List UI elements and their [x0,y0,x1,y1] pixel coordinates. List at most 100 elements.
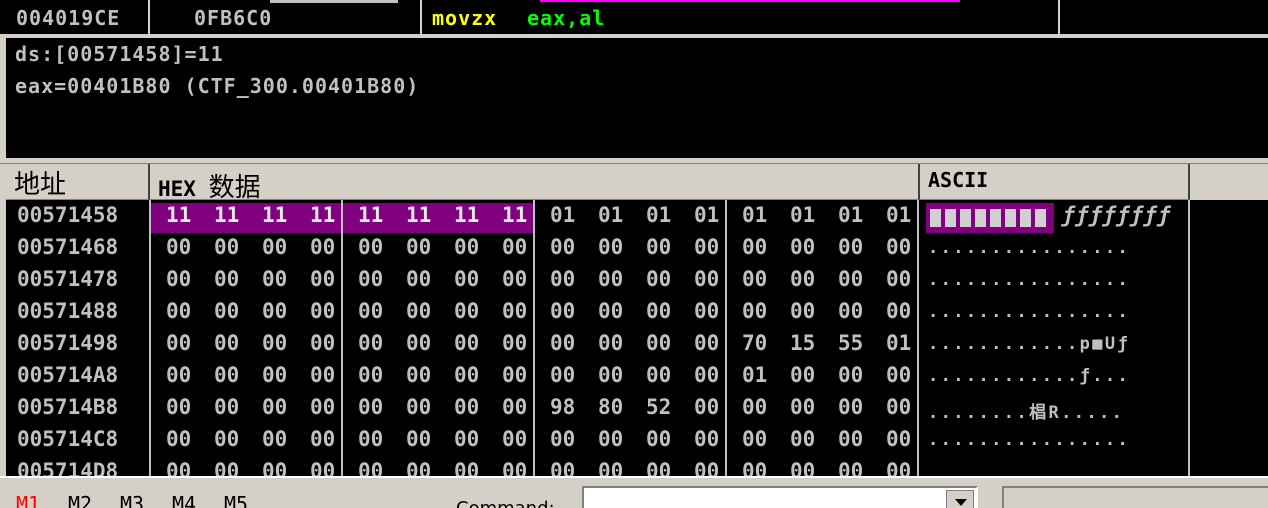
hex-byte[interactable]: 11 [310,203,350,227]
column-header-hex[interactable]: HEX 数据 [150,164,920,203]
marker-button-5[interactable]: M5 [224,492,248,508]
hex-byte[interactable]: 00 [886,235,926,259]
hex-byte[interactable]: 52 [646,395,686,419]
hex-byte[interactable]: 00 [502,459,542,476]
hex-byte[interactable]: 01 [838,203,878,227]
hex-byte[interactable]: 00 [550,363,590,387]
hex-byte[interactable]: 00 [790,395,830,419]
hex-byte[interactable]: 00 [838,235,878,259]
ascii-text[interactable]: ƒƒƒƒƒƒƒƒ [1062,203,1171,227]
disasm-address[interactable]: 004019CE [16,6,120,30]
hex-byte[interactable]: 01 [886,203,926,227]
hex-byte[interactable]: 00 [502,235,542,259]
hex-byte[interactable]: 01 [694,203,734,227]
ascii-text[interactable]: ................ [928,302,1130,322]
hex-byte[interactable]: 11 [406,203,446,227]
hex-byte[interactable]: 00 [694,267,734,291]
hex-byte[interactable]: 00 [598,235,638,259]
hex-byte[interactable]: 00 [886,395,926,419]
hex-byte[interactable]: 00 [454,427,494,451]
hex-byte[interactable]: 00 [166,235,206,259]
hex-byte[interactable]: 00 [886,459,926,476]
hex-byte[interactable]: 15 [790,331,830,355]
hex-byte[interactable]: 11 [454,203,494,227]
row-address[interactable]: 00571488 [17,299,118,323]
column-header-address[interactable]: 地址 [6,164,150,200]
hex-byte[interactable]: 00 [694,395,734,419]
hex-byte[interactable]: 00 [454,363,494,387]
hex-byte[interactable]: 00 [694,427,734,451]
row-address[interactable]: 00571498 [17,331,118,355]
hex-byte[interactable]: 80 [598,395,638,419]
ascii-text[interactable]: ................ [928,238,1130,258]
hex-byte[interactable]: 00 [358,427,398,451]
hex-byte[interactable]: 00 [262,299,302,323]
hex-byte[interactable]: 00 [358,235,398,259]
hex-byte[interactable]: 00 [598,427,638,451]
hex-byte[interactable]: 00 [838,427,878,451]
hex-byte[interactable]: 00 [166,395,206,419]
hex-byte[interactable]: 00 [886,299,926,323]
hex-byte[interactable]: 00 [214,395,254,419]
hex-byte[interactable]: 00 [502,299,542,323]
hex-byte[interactable]: 11 [262,203,302,227]
hex-byte[interactable]: 00 [646,331,686,355]
hex-byte[interactable]: 00 [550,427,590,451]
hex-byte[interactable]: 00 [454,459,494,476]
hex-byte[interactable]: 01 [598,203,638,227]
hex-byte[interactable]: 00 [646,363,686,387]
disasm-mnemonic[interactable]: movzx [432,6,497,30]
table-row[interactable]: 005714B8 00 00 00 00 00 00 00 00 98 80 52 00 00 00 00 00… [6,392,1268,424]
hex-byte[interactable]: 00 [646,299,686,323]
hex-byte[interactable]: 00 [646,235,686,259]
hex-byte[interactable]: 00 [262,427,302,451]
hex-byte[interactable]: 00 [790,363,830,387]
hex-byte[interactable]: 98 [550,395,590,419]
hex-byte[interactable]: 00 [550,235,590,259]
marker-button-4[interactable]: M4 [172,492,196,508]
hex-byte[interactable]: 00 [502,267,542,291]
hex-byte[interactable]: 00 [790,427,830,451]
hex-byte[interactable]: 00 [358,363,398,387]
row-address[interactable]: 00571458 [17,203,118,227]
hex-byte[interactable]: 00 [358,267,398,291]
hex-byte[interactable]: 00 [886,427,926,451]
hex-byte[interactable]: 00 [742,299,782,323]
hex-byte[interactable]: 00 [838,299,878,323]
hex-byte[interactable]: 00 [886,363,926,387]
hex-byte[interactable]: 70 [742,331,782,355]
row-address[interactable]: 005714A8 [17,363,118,387]
hex-byte[interactable]: 00 [358,331,398,355]
hex-byte[interactable]: 00 [310,299,350,323]
hex-byte[interactable]: 00 [790,299,830,323]
command-input[interactable] [582,486,978,508]
hex-byte[interactable]: 00 [310,395,350,419]
hex-byte[interactable]: 00 [406,459,446,476]
hex-byte[interactable]: 00 [790,459,830,476]
hex-byte[interactable]: 00 [454,331,494,355]
disasm-operands[interactable]: eax,al [527,6,605,30]
hex-byte[interactable]: 00 [214,267,254,291]
hex-byte[interactable]: 00 [310,267,350,291]
hex-byte[interactable]: 00 [646,459,686,476]
hex-byte[interactable]: 00 [310,363,350,387]
hex-byte[interactable]: 00 [598,363,638,387]
table-row[interactable]: 00571488 00 00 00 00 00 00 00 00 00 00 00 00 00 00 00 00… [6,296,1268,328]
hex-byte[interactable]: 00 [310,459,350,476]
hex-byte[interactable]: 00 [838,395,878,419]
row-address[interactable]: 00571478 [17,267,118,291]
hex-byte[interactable]: 11 [358,203,398,227]
hex-byte[interactable]: 00 [166,267,206,291]
ascii-text[interactable]: ............ƒ... [928,366,1130,386]
hex-byte[interactable]: 01 [742,363,782,387]
hex-dump-pane[interactable]: 00571458 11 11 11 11 11 11 11 11 01 01 01 01 01 01 01 01… [6,200,1268,476]
hex-byte[interactable]: 00 [454,267,494,291]
hex-byte[interactable]: 00 [262,363,302,387]
hex-byte[interactable]: 55 [838,331,878,355]
info-pane[interactable]: ds:[00571458]=11 eax=00401B80 (CTF_300.0… [6,38,1268,158]
hex-byte[interactable]: 00 [406,235,446,259]
hex-byte[interactable]: 01 [886,331,926,355]
hex-byte[interactable]: 00 [310,331,350,355]
hex-byte[interactable]: 00 [550,331,590,355]
hex-byte[interactable]: 00 [214,363,254,387]
